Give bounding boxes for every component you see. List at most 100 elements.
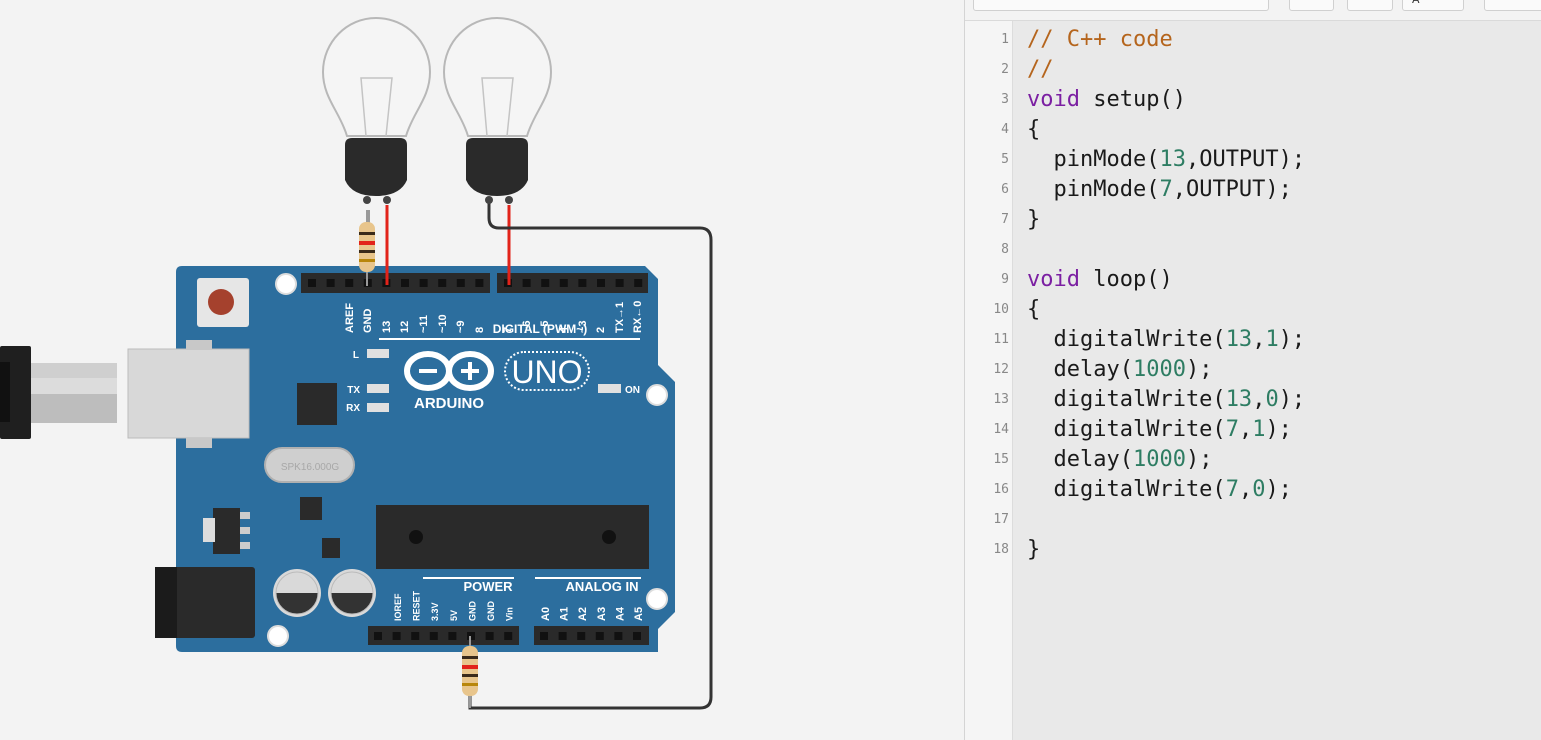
upload-icon: ▁▁ xyxy=(1303,0,1321,4)
code-line[interactable]: digitalWrite(7,0); xyxy=(1027,475,1291,505)
header-pin[interactable] xyxy=(411,632,420,640)
code-token: 0 xyxy=(1252,477,1266,502)
header-pin[interactable] xyxy=(429,632,438,640)
header-pin[interactable] xyxy=(559,279,568,287)
pin-label: GND xyxy=(486,601,496,622)
line-number: 6 xyxy=(1001,182,1009,197)
code-line[interactable]: delay(1000); xyxy=(1027,355,1212,385)
header-pin[interactable] xyxy=(634,279,643,287)
editor-toolbar: ▁▁ ▁▁ A xyxy=(965,0,1541,21)
capacitor xyxy=(273,569,321,617)
code-line[interactable]: void loop() xyxy=(1027,265,1173,295)
toolbar-dropdown[interactable] xyxy=(973,0,1269,11)
led-rx-label: RX xyxy=(346,403,360,414)
code-token: 1000 xyxy=(1132,447,1186,472)
pin-label: 2 xyxy=(595,327,607,333)
led-l xyxy=(367,349,389,358)
code-line[interactable]: { xyxy=(1027,115,1040,145)
arduino-uno-board[interactable]: UNO ARDUINO DIGITAL (PWM~) POWER ANALOG … xyxy=(127,266,675,652)
line-number: 4 xyxy=(1001,122,1009,137)
header-pin[interactable] xyxy=(522,279,531,287)
code-token: 7 xyxy=(1225,477,1239,502)
header-pin[interactable] xyxy=(326,279,335,287)
line-number: 17 xyxy=(993,512,1009,527)
lightbulb-left-icon[interactable] xyxy=(321,16,432,204)
code-token: pinMode( xyxy=(1027,177,1160,202)
header-pin[interactable] xyxy=(577,632,586,640)
pin-label: 5V xyxy=(449,610,459,621)
header-pin[interactable] xyxy=(558,632,567,640)
header-pin[interactable] xyxy=(419,279,428,287)
board-model-label: UNO xyxy=(511,354,582,390)
header-pin[interactable] xyxy=(401,279,409,287)
code-text-area[interactable]: // C++ code//void setup(){ pinMode(13,OU… xyxy=(1013,21,1541,740)
code-line[interactable]: } xyxy=(1027,205,1040,235)
header-pin[interactable] xyxy=(475,279,484,287)
code-token: ); xyxy=(1185,357,1213,382)
header-pin[interactable] xyxy=(438,279,447,287)
header-pin[interactable] xyxy=(345,279,354,287)
code-line[interactable]: void setup() xyxy=(1027,85,1186,115)
code-line[interactable]: digitalWrite(7,1); xyxy=(1027,415,1292,445)
pin-label: A2 xyxy=(577,607,589,621)
header-pin[interactable] xyxy=(578,279,587,287)
usb-cable[interactable] xyxy=(0,346,117,439)
header-pin[interactable] xyxy=(615,279,624,287)
code-token: ); xyxy=(1278,387,1306,412)
line-number: 7 xyxy=(1001,212,1009,227)
header-pin[interactable] xyxy=(448,632,457,640)
header-pin[interactable] xyxy=(541,279,550,287)
code-token: , xyxy=(1252,387,1266,412)
code-line[interactable]: delay(1000); xyxy=(1027,445,1212,475)
code-token: digitalWrite( xyxy=(1027,387,1226,412)
code-token: 13 xyxy=(1159,147,1186,172)
mount-hole xyxy=(646,588,668,610)
code-token: ); xyxy=(1265,417,1292,442)
pin-label: 4 xyxy=(558,326,570,333)
pin-label: 8 xyxy=(474,327,486,333)
code-line[interactable]: { xyxy=(1027,295,1040,325)
line-number: 1 xyxy=(1001,32,1009,47)
header-pin[interactable] xyxy=(308,279,316,287)
header-pin[interactable] xyxy=(485,632,494,640)
code-token: setup() xyxy=(1079,87,1186,112)
header-pin[interactable] xyxy=(374,632,382,640)
code-line[interactable]: // xyxy=(1027,55,1054,85)
line-number: 13 xyxy=(993,392,1009,407)
code-line[interactable]: digitalWrite(13,1); xyxy=(1027,325,1305,355)
pin-label: ~5 xyxy=(539,320,551,333)
code-token: , xyxy=(1238,417,1253,442)
code-token: ,OUTPUT); xyxy=(1172,177,1292,202)
header-pin[interactable] xyxy=(504,632,513,640)
code-line[interactable]: } xyxy=(1027,535,1040,565)
header-pin[interactable] xyxy=(614,632,623,640)
toolbar-button[interactable] xyxy=(1484,0,1541,11)
code-token: 1 xyxy=(1265,327,1279,352)
pin-label: Vin xyxy=(505,607,515,621)
code-token: pinMode( xyxy=(1027,147,1160,172)
pin-label: 12 xyxy=(399,321,411,333)
code-line[interactable]: pinMode(7,OUTPUT); xyxy=(1027,175,1292,205)
header-pin[interactable] xyxy=(456,279,465,287)
code-line[interactable]: pinMode(13,OUTPUT); xyxy=(1027,145,1305,175)
code-token: , xyxy=(1238,477,1253,502)
header-pin[interactable] xyxy=(595,632,604,640)
header-pin[interactable] xyxy=(392,632,401,640)
header-pin[interactable] xyxy=(633,632,641,640)
code-line[interactable]: digitalWrite(13,0); xyxy=(1027,385,1305,415)
power-header xyxy=(368,626,519,645)
pin-label: A0 xyxy=(540,607,552,621)
line-number: 14 xyxy=(993,422,1009,437)
font-size-icon: A xyxy=(1412,0,1436,4)
circuit-canvas[interactable]: UNO ARDUINO DIGITAL (PWM~) POWER ANALOG … xyxy=(0,0,964,740)
lightbulb-right-icon[interactable] xyxy=(442,16,553,204)
code-token: } xyxy=(1027,537,1041,562)
line-number: 9 xyxy=(1001,272,1009,287)
code-line[interactable]: // C++ code xyxy=(1027,25,1173,55)
code-editor-pane[interactable]: ▁▁ ▁▁ A 123456789101112131415161718 // C… xyxy=(964,0,1541,740)
pin-label: ~10 xyxy=(437,314,449,333)
code-token: 7 xyxy=(1159,177,1173,202)
usb-chip xyxy=(297,383,337,425)
header-pin[interactable] xyxy=(540,632,548,640)
header-pin[interactable] xyxy=(597,279,605,287)
